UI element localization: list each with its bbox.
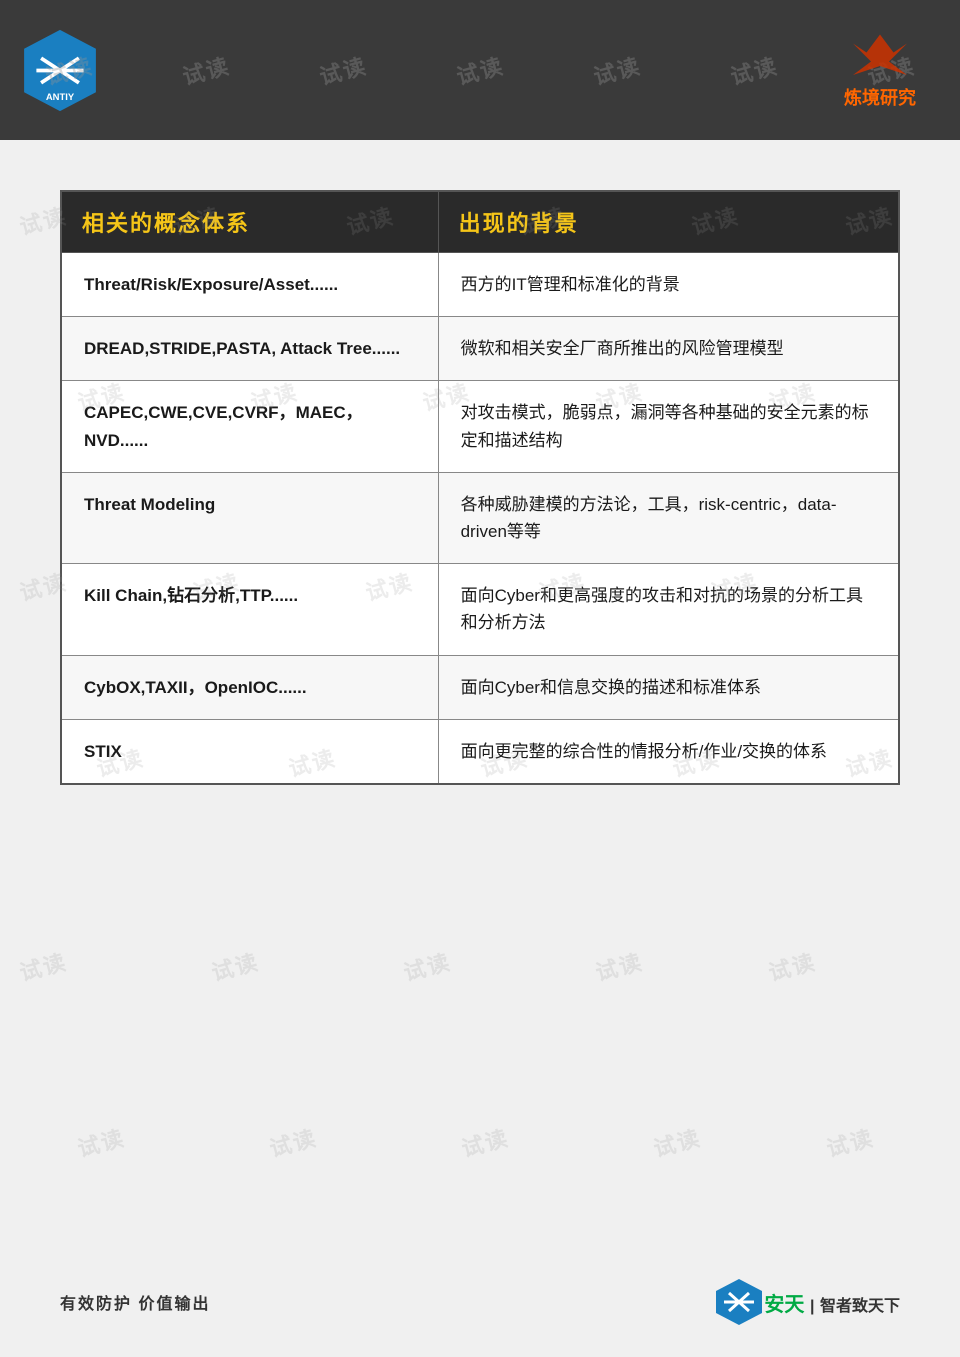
table-cell-left-0: Threat/Risk/Exposure/Asset......: [61, 253, 438, 317]
table-cell-left-1: DREAD,STRIDE,PASTA, Attack Tree......: [61, 317, 438, 381]
header-watermarks: 试读 试读 试读 试读 试读 试读 试读: [0, 0, 960, 140]
footer-brand-green: 安天: [764, 1294, 804, 1316]
table-row: CAPEC,CWE,CVE,CVRF，MAEC，NVD......对攻击模式，脆…: [61, 381, 899, 472]
footer-brand-text: |: [810, 1298, 814, 1315]
pw-27: 试读: [73, 1121, 128, 1164]
table-cell-right-4: 面向Cyber和更高强度的攻击和对抗的场景的分析工具和分析方法: [438, 564, 899, 655]
table-row: DREAD,STRIDE,PASTA, Attack Tree......微软和…: [61, 317, 899, 381]
table-row: CybOX,TAXII，OpenIOC......面向Cyber和信息交换的描述…: [61, 655, 899, 719]
footer-right: 安天 | 智者致天下: [714, 1277, 900, 1327]
header-wm-4: 试读: [453, 48, 508, 91]
table-row: Threat Modeling各种威胁建模的方法论，工具，risk-centri…: [61, 472, 899, 563]
footer-left-text: 有效防护 价值输出: [60, 1290, 210, 1314]
table-cell-left-4: Kill Chain,钻石分析,TTP......: [61, 564, 438, 655]
svg-text:ANTIY: ANTIY: [46, 91, 75, 102]
header-brand-name: 炼境研究: [844, 84, 916, 110]
table-cell-right-2: 对攻击模式，脆弱点，漏洞等各种基础的安全元素的标定和描述结构: [438, 381, 899, 472]
table-cell-left-3: Threat Modeling: [61, 472, 438, 563]
footer-brand-slogan: 智者致天下: [820, 1298, 900, 1315]
pw-25: 试读: [592, 944, 647, 987]
pw-24: 试读: [400, 944, 455, 987]
pw-23: 试读: [208, 944, 263, 987]
pw-31: 试读: [822, 1121, 877, 1164]
pw-30: 试读: [649, 1121, 704, 1164]
main-content: 相关的概念体系 出现的背景 Threat/Risk/Exposure/Asset…: [0, 140, 960, 825]
table-cell-left-2: CAPEC,CWE,CVE,CVRF，MAEC，NVD......: [61, 381, 438, 472]
table-cell-left-5: CybOX,TAXII，OpenIOC......: [61, 655, 438, 719]
table-row: Kill Chain,钻石分析,TTP......面向Cyber和更高强度的攻击…: [61, 564, 899, 655]
pw-26: 试读: [765, 944, 820, 987]
header-wm-3: 试读: [316, 48, 371, 91]
table-cell-right-0: 西方的IT管理和标准化的背景: [438, 253, 899, 317]
pw-28: 试读: [265, 1121, 320, 1164]
header-wm-5: 试读: [590, 48, 645, 91]
pw-22: 试读: [16, 944, 71, 987]
header-wm-2: 试读: [178, 48, 233, 91]
col2-header: 出现的背景: [438, 191, 899, 253]
pw-29: 试读: [457, 1121, 512, 1164]
header: ANTIY 试读 试读 试读 试读 试读 试读 试读 安天网络安全专训营第四期 …: [0, 0, 960, 140]
table-cell-left-6: STIX: [61, 719, 438, 784]
table-cell-right-5: 面向Cyber和信息交换的描述和标准体系: [438, 655, 899, 719]
footer: 有效防护 价值输出 安天 | 智者致天下: [60, 1277, 900, 1327]
main-table: 相关的概念体系 出现的背景 Threat/Risk/Exposure/Asset…: [60, 190, 900, 785]
table-cell-right-3: 各种威胁建模的方法论，工具，risk-centric，data-driven等等: [438, 472, 899, 563]
table-cell-right-6: 面向更完整的综合性的情报分析/作业/交换的体系: [438, 719, 899, 784]
table-cell-right-1: 微软和相关安全厂商所推出的风险管理模型: [438, 317, 899, 381]
footer-brand: 安天 | 智者致天下: [764, 1288, 900, 1317]
logo-area: ANTIY: [20, 28, 100, 113]
table-row: Threat/Risk/Exposure/Asset......西方的IT管理和…: [61, 253, 899, 317]
table-row: STIX面向更完整的综合性的情报分析/作业/交换的体系: [61, 719, 899, 784]
col1-header: 相关的概念体系: [61, 191, 438, 253]
header-right-logo: 安天网络安全专训营第四期 炼境研究: [820, 30, 940, 110]
header-wm-6: 试读: [727, 48, 782, 91]
